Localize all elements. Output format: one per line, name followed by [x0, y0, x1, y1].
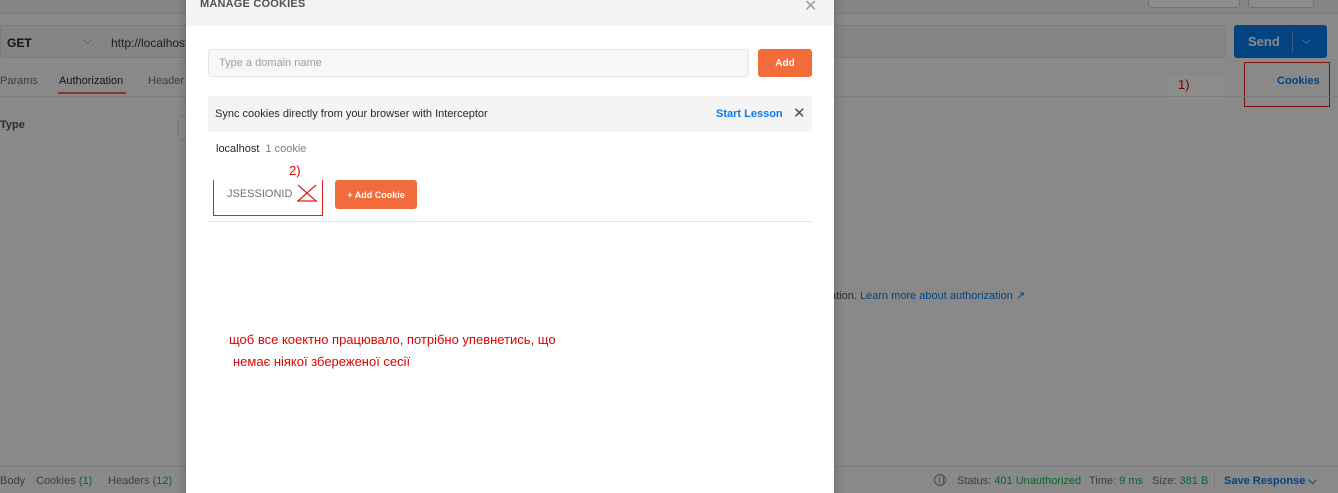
close-icon[interactable]: ✕ — [793, 104, 806, 122]
cookie-count: 1 cookie — [265, 143, 307, 155]
start-lesson-link[interactable]: Start Lesson — [716, 108, 783, 120]
close-icon[interactable]: ✕ — [804, 0, 817, 16]
cookie-chip-jsessionid[interactable]: JSESSIONID — [227, 188, 292, 200]
manage-cookies-modal: MANAGE COOKIES ✕ Add Sync cookies direct… — [186, 0, 834, 493]
sync-banner-text: Sync cookies directly from your browser … — [215, 108, 488, 120]
interceptor-sync-banner: Sync cookies directly from your browser … — [208, 96, 812, 132]
annotation-note-line-1: щоб все коектно працювало, потрібно упев… — [229, 332, 556, 347]
cookie-domain-row: localhost 1 cookie — [216, 143, 306, 155]
cookie-domain-name[interactable]: localhost — [216, 143, 259, 155]
modal-header: MANAGE COOKIES ✕ — [186, 0, 834, 26]
add-domain-button[interactable]: Add — [758, 49, 812, 77]
annotation-label-2: 2) — [289, 163, 301, 178]
modal-title: MANAGE COOKIES — [200, 0, 306, 10]
domain-name-input[interactable] — [208, 49, 749, 77]
delete-cross-icon[interactable] — [296, 183, 318, 203]
annotation-note-line-2: немає ніякої збереженої сесії — [233, 354, 411, 369]
add-cookie-button[interactable]: + Add Cookie — [335, 180, 417, 209]
modal-divider — [208, 221, 812, 222]
